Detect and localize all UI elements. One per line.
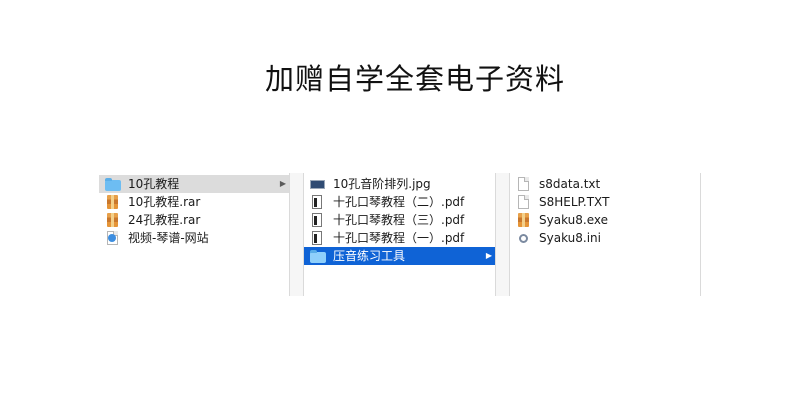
folder-icon: [310, 249, 326, 263]
list-item-s8data[interactable]: s8data.txt: [510, 175, 700, 193]
item-label: Syaku8.exe: [539, 213, 608, 227]
item-label: s8data.txt: [539, 177, 601, 191]
item-label: 压音练习工具: [333, 249, 406, 263]
item-label: 10孔教程.rar: [128, 195, 201, 209]
item-label: 十孔口琴教程（一）.pdf: [333, 231, 465, 245]
rar-archive-icon: [105, 213, 121, 227]
page-headline: 加赠自学全套电子资料: [264, 62, 565, 96]
disclosure-arrow-icon: ▶: [279, 179, 286, 188]
text-file-icon: [516, 195, 532, 209]
column-divider[interactable]: [700, 173, 701, 296]
item-label: 24孔教程.rar: [128, 213, 201, 227]
item-label: 视频-琴谱-网站: [128, 231, 209, 245]
text-file-icon: [516, 177, 532, 191]
list-item-bend-tool-folder[interactable]: 压音练习工具 ▶: [304, 247, 495, 265]
image-file-icon: [310, 177, 326, 191]
web-document-icon: [105, 231, 121, 245]
item-label: 十孔口琴教程（三）.pdf: [333, 213, 465, 227]
list-item-scale-jpg[interactable]: 10孔音阶排列.jpg: [304, 175, 495, 193]
column-resize-gap: [290, 173, 303, 296]
item-label: S8HELP.TXT: [539, 195, 610, 209]
list-item-10hole-rar[interactable]: 10孔教程.rar: [99, 193, 289, 211]
pdf-file-icon: [310, 213, 326, 227]
list-item-syaku8-ini[interactable]: Syaku8.ini: [510, 229, 700, 247]
exe-file-icon: [516, 213, 532, 227]
list-item-pdf-2[interactable]: 十孔口琴教程（二）.pdf: [304, 193, 495, 211]
item-label: 10孔教程: [128, 177, 180, 191]
list-item-24hole-rar[interactable]: 24孔教程.rar: [99, 211, 289, 229]
disclosure-arrow-icon: ▶: [485, 251, 492, 260]
list-item-pdf-1[interactable]: 十孔口琴教程（一）.pdf: [304, 229, 495, 247]
pdf-file-icon: [310, 231, 326, 245]
list-item-syaku8-exe[interactable]: Syaku8.exe: [510, 211, 700, 229]
list-item-folder-10hole[interactable]: 10孔教程 ▶: [99, 175, 289, 193]
list-item-video-score-site[interactable]: 视频-琴谱-网站: [99, 229, 289, 247]
item-label: Syaku8.ini: [539, 231, 601, 245]
item-label: 10孔音阶排列.jpg: [333, 177, 431, 191]
item-label: 十孔口琴教程（二）.pdf: [333, 195, 465, 209]
rar-archive-icon: [105, 195, 121, 209]
settings-file-icon: [516, 231, 532, 245]
list-item-pdf-3[interactable]: 十孔口琴教程（三）.pdf: [304, 211, 495, 229]
list-item-s8help[interactable]: S8HELP.TXT: [510, 193, 700, 211]
finder-column-browser: 10孔教程 ▶ 10孔教程.rar 24孔教程.rar 视频-琴谱-网站 10孔…: [99, 173, 701, 296]
column-3[interactable]: s8data.txt S8HELP.TXT Syaku8.exe Syaku8.…: [510, 173, 700, 296]
column-resize-gap: [496, 173, 509, 296]
column-2[interactable]: 10孔音阶排列.jpg 十孔口琴教程（二）.pdf 十孔口琴教程（三）.pdf …: [304, 173, 495, 296]
folder-icon: [105, 177, 121, 191]
pdf-file-icon: [310, 195, 326, 209]
column-1[interactable]: 10孔教程 ▶ 10孔教程.rar 24孔教程.rar 视频-琴谱-网站: [99, 173, 289, 296]
